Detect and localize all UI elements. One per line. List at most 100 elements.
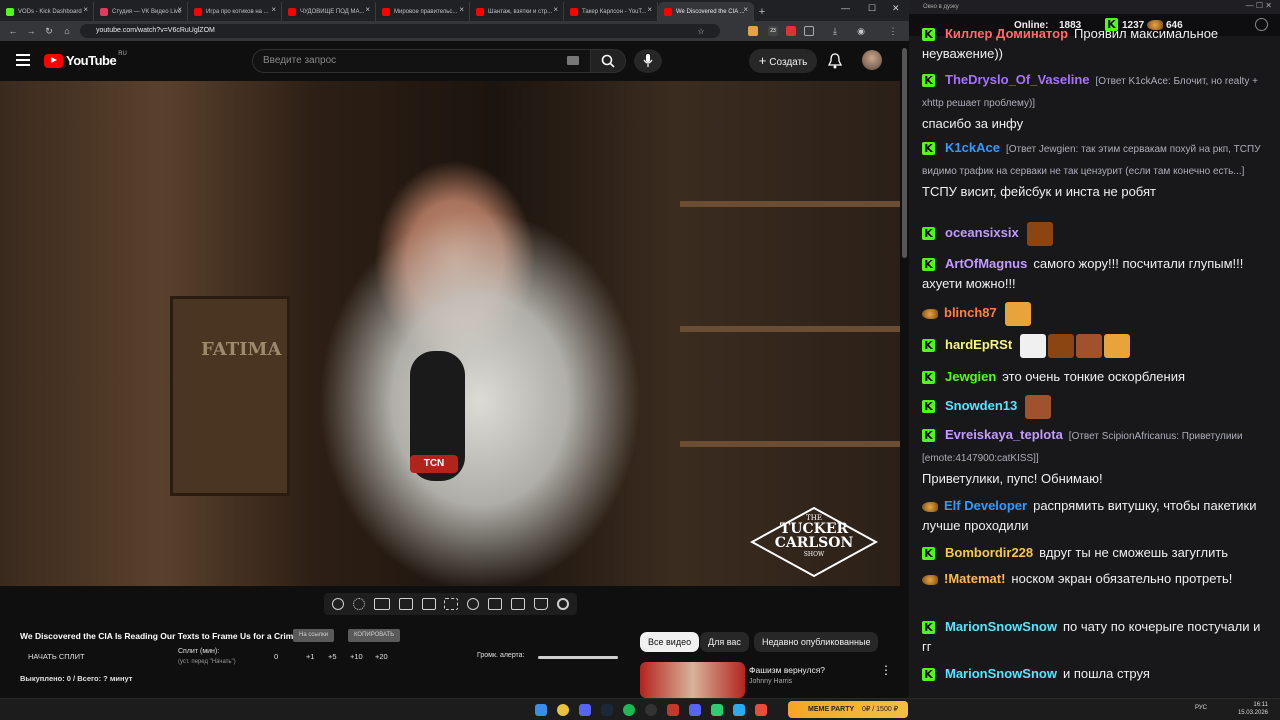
extension-icon-red[interactable] xyxy=(786,26,796,36)
settings-gear-icon[interactable] xyxy=(556,598,569,610)
app-icon-blue[interactable] xyxy=(689,704,701,716)
browser-tab[interactable]: VODs - Kick Dashboard × xyxy=(0,2,94,21)
url-field[interactable]: youtube.com/watch?v=V6cRuUglZOM xyxy=(80,24,720,38)
app-icon-green[interactable] xyxy=(711,704,723,716)
chip-for-you[interactable]: Для вас xyxy=(700,632,749,652)
chat-window-controls[interactable]: — ☐ ✕ xyxy=(1246,1,1272,10)
telegram-icon[interactable] xyxy=(733,704,745,716)
tab-close-icon[interactable]: × xyxy=(177,5,182,14)
tab-close-icon[interactable]: × xyxy=(743,5,748,14)
chat-username[interactable]: Evreiskaya_teplota xyxy=(945,427,1063,442)
browser-tab[interactable]: ЧУДОВИЩЕ ПОД МА... × xyxy=(282,2,376,21)
alert-volume-slider[interactable] xyxy=(538,656,618,659)
picture-in-picture-icon[interactable] xyxy=(421,598,436,610)
download-icon[interactable]: ⤓ xyxy=(826,26,844,37)
hamburger-menu-icon[interactable] xyxy=(16,54,30,66)
tab-close-icon[interactable]: × xyxy=(365,5,370,14)
browser-tab[interactable]: Мировое правительс... × xyxy=(376,2,470,21)
browser-tab[interactable]: Шантаж, взятки и стр... × xyxy=(470,2,564,21)
chat-username[interactable]: Snowden13 xyxy=(945,398,1017,413)
split-value[interactable]: 0 xyxy=(274,652,278,661)
chat-username[interactable]: Elf Developer xyxy=(944,498,1027,513)
search-button[interactable] xyxy=(590,49,626,73)
chip-recent[interactable]: Недавно опубликованные xyxy=(754,632,879,652)
split-step-5[interactable]: +5 xyxy=(328,652,337,661)
tab-close-icon[interactable]: × xyxy=(83,5,88,14)
minimize-icon[interactable]: — xyxy=(841,3,850,13)
youtube-logo[interactable]: YouTube RU xyxy=(44,51,127,68)
recommended-channel[interactable]: Johnny Harris xyxy=(749,678,792,685)
chat-username[interactable]: blinch87 xyxy=(944,305,997,320)
maximize-icon[interactable]: ☐ xyxy=(868,3,876,14)
spotify-icon[interactable] xyxy=(623,704,635,716)
reload-icon[interactable]: ↻ xyxy=(40,26,58,37)
steam-icon[interactable] xyxy=(601,704,613,716)
watch-later-icon[interactable] xyxy=(374,598,391,610)
recommended-thumbnail[interactable] xyxy=(640,662,745,698)
browser-tab[interactable]: We Discovered the CIA ... × xyxy=(658,2,754,21)
start-windows-icon[interactable] xyxy=(535,704,547,716)
app-icon-alert[interactable] xyxy=(755,704,767,716)
screenshot-camera-icon[interactable] xyxy=(510,598,525,610)
back-icon[interactable]: ← xyxy=(4,26,22,36)
filter-flask-icon[interactable] xyxy=(533,598,548,610)
browser-tab[interactable]: Студия — VK Видео Live × xyxy=(94,2,188,21)
clip-icon[interactable] xyxy=(398,598,413,610)
tab-close-icon[interactable]: × xyxy=(647,5,652,14)
bookmark-star-icon[interactable]: ☆ xyxy=(692,27,710,36)
chat-username[interactable]: MarionSnowSnow xyxy=(945,666,1057,681)
scrollbar-thumb[interactable] xyxy=(902,48,907,258)
broadcast-icon[interactable] xyxy=(353,598,366,610)
split-step-10[interactable]: +10 xyxy=(350,652,363,661)
chrome-icon[interactable] xyxy=(557,704,569,716)
language-indicator[interactable]: РУС xyxy=(1195,705,1207,711)
notifications-bell-icon[interactable] xyxy=(828,53,842,69)
chat-username[interactable]: hardEpRSt xyxy=(945,337,1012,352)
tab-close-icon[interactable]: × xyxy=(271,5,276,14)
clock[interactable]: 16:11 15.03.2026 xyxy=(1238,701,1268,717)
extension-badge[interactable]: 23 xyxy=(768,26,778,36)
loop-icon[interactable] xyxy=(332,598,345,610)
menu-dots-icon[interactable]: ⋮ xyxy=(884,26,902,37)
chat-username[interactable]: Jewgien xyxy=(945,369,996,384)
recommended-title[interactable]: Фашизм вернулся? xyxy=(749,665,825,675)
chip-all-videos[interactable]: Все видео xyxy=(640,632,700,652)
extensions-puzzle-icon[interactable] xyxy=(804,26,814,36)
split-step-1[interactable]: +1 xyxy=(306,652,315,661)
voice-search-button[interactable] xyxy=(634,49,662,73)
split-step-20[interactable]: +20 xyxy=(375,652,388,661)
discord-icon[interactable] xyxy=(579,704,591,716)
browser-tab[interactable]: Игра про котиков на ... × xyxy=(188,2,282,21)
app-icon-red[interactable] xyxy=(667,704,679,716)
avatar[interactable] xyxy=(862,50,882,70)
copy-button[interactable]: КОПИРОВАТЬ xyxy=(348,629,401,642)
keyboard-icon[interactable] xyxy=(567,56,579,65)
tab-close-icon[interactable]: × xyxy=(459,5,464,14)
browser-tab[interactable]: Такер Карлсон - YouT... × xyxy=(564,2,658,21)
theater-icon[interactable] xyxy=(444,598,459,610)
more-options-icon[interactable]: ⋮ xyxy=(880,663,892,677)
frame-step-icon[interactable] xyxy=(488,598,503,610)
chat-username[interactable]: K1ckAce xyxy=(945,140,1000,155)
chat-username[interactable]: oceansixsix xyxy=(945,225,1019,240)
chat-username[interactable]: !Matemat! xyxy=(944,571,1005,586)
chat-username[interactable]: TheDryslo_Of_Vaseline xyxy=(945,72,1090,87)
extension-icon[interactable] xyxy=(748,26,758,36)
video-player[interactable]: FATIMA TCN THE TUCKER CARLSON SHOW xyxy=(0,81,900,586)
home-icon[interactable]: ⌂ xyxy=(58,26,76,36)
create-button[interactable]: + Создать xyxy=(749,49,817,73)
close-window-icon[interactable]: ✕ xyxy=(892,3,900,14)
obs-icon[interactable] xyxy=(645,704,657,716)
chat-username[interactable]: ArtOfMagnus xyxy=(945,256,1027,271)
new-tab-button[interactable]: + xyxy=(754,2,770,21)
chat-username[interactable]: Киллер Доминатор xyxy=(945,26,1068,41)
profile-icon[interactable]: ◉ xyxy=(852,26,870,37)
tab-close-icon[interactable]: × xyxy=(553,5,558,14)
search-input[interactable]: Введите запрос xyxy=(252,49,592,73)
speed-gauge-icon[interactable] xyxy=(467,598,480,610)
forward-icon[interactable]: → xyxy=(22,26,40,36)
meme-party-widget[interactable]: MEME PARTY 0₽ / 1500 ₽ xyxy=(788,701,908,718)
links-button[interactable]: На ссылки xyxy=(293,629,335,642)
chat-username[interactable]: MarionSnowSnow xyxy=(945,619,1057,634)
chat-username[interactable]: Bombordir228 xyxy=(945,545,1033,560)
